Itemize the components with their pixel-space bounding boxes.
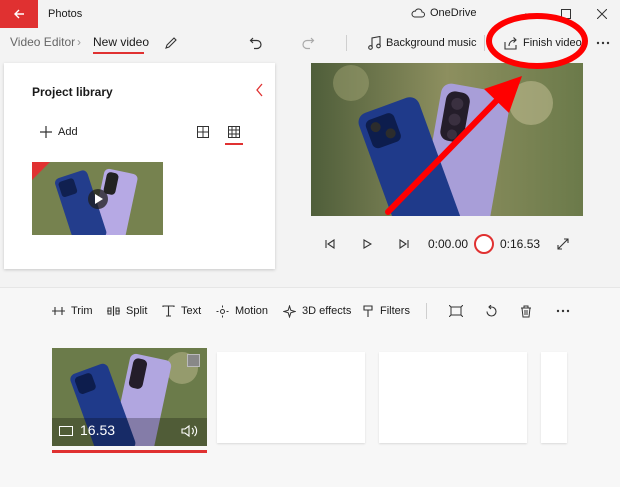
volume-icon[interactable] xyxy=(181,424,199,438)
toolbar-divider xyxy=(346,35,347,51)
storyboard-clip[interactable]: 16.53 xyxy=(52,348,207,446)
crop-resize-icon xyxy=(449,305,463,317)
step-forward-icon xyxy=(399,239,409,249)
minimize-icon xyxy=(525,13,535,15)
onedrive-status[interactable]: OneDrive xyxy=(411,7,476,19)
toolbar-divider xyxy=(484,35,485,51)
motion-label: Motion xyxy=(235,305,269,317)
close-icon xyxy=(597,9,607,19)
sparkle-icon xyxy=(283,304,296,318)
empty-storyboard-slot[interactable] xyxy=(541,352,567,443)
motion-button[interactable]: Motion xyxy=(216,303,268,319)
small-grid-view-button[interactable] xyxy=(225,123,243,141)
maximize-icon xyxy=(561,9,571,19)
rename-button[interactable] xyxy=(160,32,182,54)
text-button[interactable]: Text xyxy=(162,303,201,319)
phones-thumbnail-image xyxy=(32,162,163,235)
background-music-button[interactable]: Background music xyxy=(368,34,477,52)
share-export-icon xyxy=(504,36,517,50)
seek-slider-handle[interactable] xyxy=(474,234,494,254)
split-label: Split xyxy=(126,305,148,317)
expand-icon xyxy=(557,238,569,250)
previous-frame-button[interactable] xyxy=(321,235,339,253)
play-button[interactable] xyxy=(358,235,376,253)
delete-button[interactable] xyxy=(516,301,536,321)
breadcrumb-new-video: New video xyxy=(93,35,150,49)
storyboard-divider xyxy=(426,303,427,319)
clip-duration: 16.53 xyxy=(80,422,116,438)
current-time: 0:00.00 xyxy=(428,237,469,251)
more-dots-icon xyxy=(556,309,570,313)
resize-button[interactable] xyxy=(446,301,466,321)
redo-icon xyxy=(302,37,315,50)
minimize-button[interactable] xyxy=(512,0,548,28)
back-button[interactable] xyxy=(0,0,38,28)
back-arrow-icon xyxy=(14,9,24,19)
rotate-icon xyxy=(485,304,497,317)
collapse-library-button[interactable] xyxy=(252,81,268,99)
add-media-label: Add xyxy=(58,126,78,138)
phones-preview-image xyxy=(311,63,583,216)
redo-button[interactable] xyxy=(297,32,319,54)
project-library-title: Project library xyxy=(32,85,113,99)
total-duration: 0:16.53 xyxy=(500,237,541,251)
project-library-panel: Project library Add xyxy=(4,63,275,269)
next-frame-button[interactable] xyxy=(395,235,413,253)
breadcrumb-video-editor[interactable]: Video Editor xyxy=(10,35,75,49)
split-icon xyxy=(107,306,120,316)
fullscreen-button[interactable] xyxy=(554,235,572,253)
app-title: Photos xyxy=(48,8,83,20)
text-icon xyxy=(162,305,175,317)
rotate-button[interactable] xyxy=(481,301,501,321)
maximize-button[interactable] xyxy=(548,0,584,28)
split-button[interactable]: Split xyxy=(107,303,147,319)
editor-toolbar: Video Editor › New video Background musi… xyxy=(0,28,620,58)
storyboard-panel: Trim Split Text Motion 3D effects Filter… xyxy=(0,287,620,487)
filters-label: Filters xyxy=(380,305,410,317)
music-note-icon xyxy=(368,36,381,50)
empty-storyboard-slot[interactable] xyxy=(379,352,527,443)
empty-storyboard-slot[interactable] xyxy=(217,352,365,443)
clip-select-checkbox[interactable] xyxy=(187,354,200,367)
trim-icon xyxy=(52,307,65,315)
title-bar: Photos OneDrive xyxy=(0,0,620,28)
3d-effects-button[interactable]: 3D effects xyxy=(283,303,351,319)
filters-icon xyxy=(363,304,373,317)
playback-controls: 0:00.00 0:16.53 xyxy=(311,232,583,256)
motion-icon xyxy=(216,305,229,317)
library-video-thumbnail[interactable] xyxy=(32,162,163,235)
grid-large-icon xyxy=(197,126,209,138)
trim-label: Trim xyxy=(71,305,93,317)
clip-selected-indicator xyxy=(52,450,207,453)
active-view-indicator xyxy=(225,143,243,145)
undo-icon xyxy=(249,37,262,50)
pencil-icon xyxy=(165,37,177,49)
close-button[interactable] xyxy=(584,0,620,28)
trash-icon xyxy=(521,305,531,317)
onedrive-label: OneDrive xyxy=(430,7,477,19)
finish-video-button[interactable]: Finish video xyxy=(504,34,582,52)
grid-small-icon xyxy=(228,126,240,138)
trim-button[interactable]: Trim xyxy=(52,303,93,319)
3d-effects-label: 3D effects xyxy=(302,305,352,317)
play-icon xyxy=(363,239,372,249)
undo-button[interactable] xyxy=(245,32,267,54)
video-preview[interactable] xyxy=(311,63,583,216)
cloud-icon xyxy=(411,8,425,18)
breadcrumb-active-indicator xyxy=(93,52,144,54)
video-frame-icon xyxy=(59,426,73,436)
add-media-button[interactable]: Add xyxy=(40,126,78,138)
large-grid-view-button[interactable] xyxy=(194,123,212,141)
background-music-label: Background music xyxy=(386,37,477,49)
more-options-button[interactable] xyxy=(592,32,614,54)
more-dots-icon xyxy=(596,41,610,45)
chevron-left-icon xyxy=(256,83,263,97)
filters-button[interactable]: Filters xyxy=(362,303,410,319)
storyboard-more-button[interactable] xyxy=(553,301,573,321)
text-label: Text xyxy=(181,305,202,317)
plus-icon xyxy=(40,126,52,138)
finish-video-label: Finish video xyxy=(523,37,582,49)
breadcrumb-chevron-icon: › xyxy=(77,35,81,49)
step-back-icon xyxy=(325,239,335,249)
